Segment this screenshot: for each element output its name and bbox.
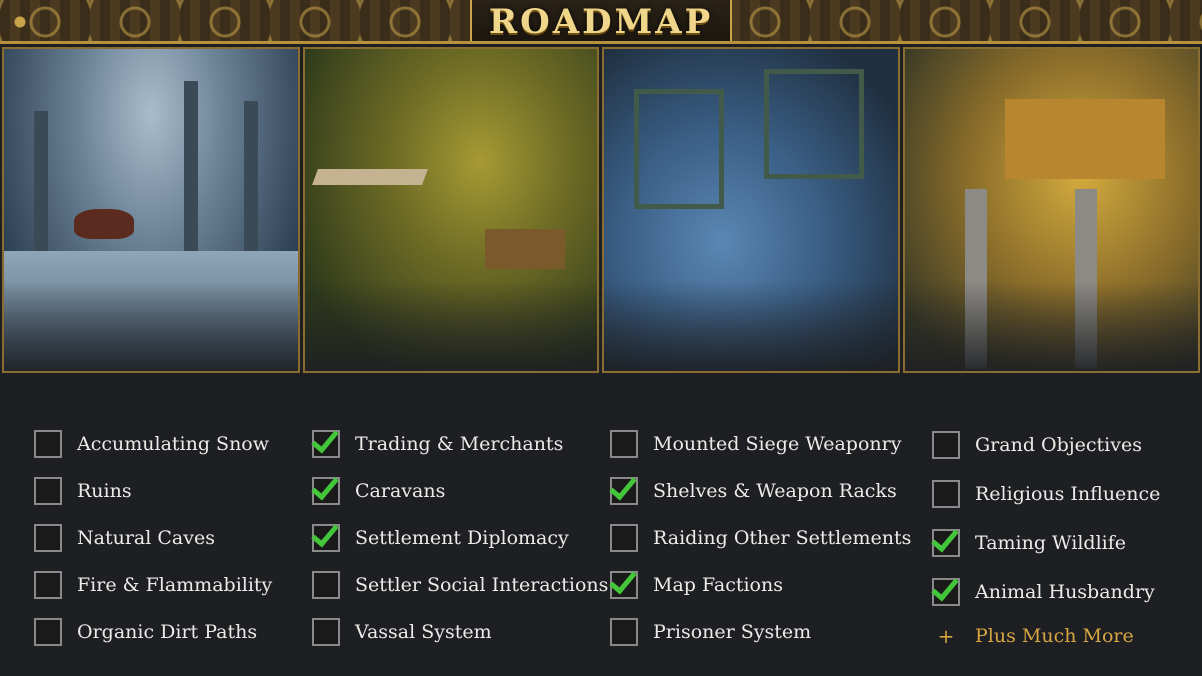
panel-wooden-towers (903, 47, 1200, 373)
roadmap-item: Trading & Merchants (311, 420, 608, 467)
roadmap-item-label: Grand Objectives (975, 433, 1142, 456)
roadmap-item-label: Religious Influence (975, 482, 1161, 505)
empty-checkbox (932, 479, 960, 508)
plus-much-more: + Plus Much More (932, 616, 1160, 656)
checkmark-icon (931, 523, 959, 552)
roadmap-item: Taming Wildlife (931, 518, 1160, 567)
roadmap-item: Organic Dirt Paths (34, 608, 272, 655)
empty-checkbox (34, 570, 62, 599)
checkmark-icon (931, 572, 959, 601)
roadmap-checklist: Accumulating Snow Ruins Natural Caves Fire … (0, 420, 1202, 660)
ornamental-header: ROADMAP (0, 0, 1202, 44)
checked-checkbox (931, 572, 960, 606)
empty-checkbox (34, 429, 62, 458)
roadmap-item-label: Prisoner System (653, 620, 812, 643)
empty-checkbox (34, 523, 62, 552)
roadmap-item-label: Animal Husbandry (975, 580, 1155, 603)
page-title: ROADMAP (488, 2, 714, 42)
checked-checkbox (609, 565, 638, 599)
roadmap-item-label: Shelves & Weapon Racks (653, 479, 897, 502)
roadmap-item: Shelves & Weapon Racks (609, 467, 911, 514)
checkmark-icon (609, 471, 637, 500)
roadmap-item: Ruins (34, 467, 272, 514)
roadmap-item: Caravans (311, 467, 608, 514)
plus-much-more-label: Plus Much More (975, 625, 1134, 647)
empty-checkbox (610, 617, 638, 646)
empty-checkbox (610, 523, 638, 552)
roadmap-item-label: Accumulating Snow (77, 432, 270, 455)
roadmap-item-label: Settler Social Interactions (355, 573, 609, 596)
roadmap-item-label: Fire & Flammability (77, 573, 273, 596)
checkmark-icon (311, 471, 339, 500)
deer-figure (74, 209, 134, 239)
column-1: Accumulating Snow Ruins Natural Caves Fire … (34, 420, 272, 655)
roadmap-item-label: Organic Dirt Paths (77, 620, 258, 643)
roadmap-item-label: Vassal System (355, 620, 492, 643)
roadmap-item: Map Factions (609, 561, 911, 608)
panel-winter-forest (2, 47, 300, 373)
roadmap-item: Raiding Other Settlements (610, 514, 911, 561)
empty-checkbox (34, 476, 62, 505)
roadmap-item: Mounted Siege Weaponry (610, 420, 911, 467)
checked-checkbox (311, 518, 340, 552)
checked-checkbox (609, 471, 638, 505)
roadmap-item-label: Ruins (77, 479, 132, 502)
plus-icon: + (937, 624, 955, 648)
roadmap-item: Animal Husbandry (931, 567, 1160, 616)
empty-checkbox (34, 617, 62, 646)
empty-checkbox (312, 570, 340, 599)
column-4: Grand Objectives Religious Influence Tamin… (931, 420, 1160, 656)
roadmap-item-label: Taming Wildlife (975, 531, 1126, 554)
roadmap-item-label: Map Factions (653, 573, 783, 596)
checkmark-icon (311, 424, 339, 453)
checkmark-icon (311, 518, 339, 547)
panel-siege-battle (602, 47, 900, 373)
roadmap-item: Grand Objectives (932, 420, 1160, 469)
title-plate: ROADMAP (470, 0, 732, 42)
empty-checkbox (932, 430, 960, 459)
roadmap-item: Religious Influence (932, 469, 1160, 518)
roadmap-item: Vassal System (312, 608, 608, 655)
roadmap-item: Natural Caves (34, 514, 272, 561)
panel-settlement-market (303, 47, 599, 373)
column-2: Trading & Merchants Caravans Settlement Di… (311, 420, 608, 655)
checkmark-icon (609, 565, 637, 594)
checked-checkbox (311, 471, 340, 505)
empty-checkbox (312, 617, 340, 646)
roadmap-item: Settlement Diplomacy (311, 514, 608, 561)
roadmap-item: Accumulating Snow (34, 420, 272, 467)
checked-checkbox (311, 424, 340, 458)
checked-checkbox (931, 523, 960, 557)
empty-checkbox (610, 429, 638, 458)
roadmap-item-label: Trading & Merchants (355, 432, 564, 455)
roadmap-item: Settler Social Interactions (312, 561, 608, 608)
roadmap-item-label: Natural Caves (77, 526, 215, 549)
screenshot-panels (0, 47, 1202, 373)
roadmap-item: Fire & Flammability (34, 561, 272, 608)
roadmap-item-label: Mounted Siege Weaponry (653, 432, 902, 455)
roadmap-item-label: Settlement Diplomacy (355, 526, 569, 549)
roadmap-item-label: Raiding Other Settlements (653, 526, 912, 549)
column-3: Mounted Siege Weaponry Shelves & Weapon R… (609, 420, 911, 655)
roadmap-item: Prisoner System (610, 608, 911, 655)
roadmap-item-label: Caravans (355, 479, 446, 502)
